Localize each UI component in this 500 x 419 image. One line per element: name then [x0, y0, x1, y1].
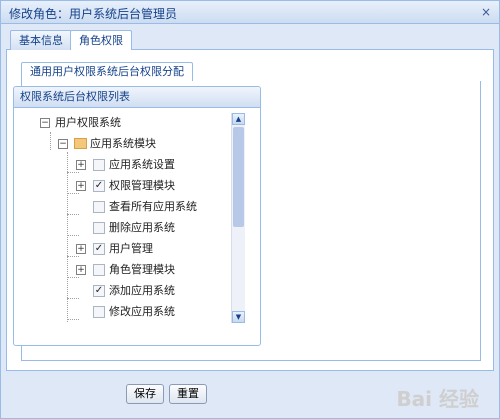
dialog-title: 修改角色：用户系统后台管理员	[9, 7, 178, 21]
tab-role-permissions[interactable]: 角色权限	[70, 30, 132, 51]
checkbox-unchecked[interactable]	[93, 159, 105, 171]
tree-item[interactable]: + ✓ 用户管理	[14, 240, 224, 258]
save-button[interactable]: 保存	[126, 384, 164, 404]
dialog-footer: 保存 重置 Bai 经验	[1, 376, 499, 418]
tab-strip: 基本信息 角色权限	[6, 27, 494, 51]
tree-item-label: 修改应用系统	[109, 305, 175, 318]
checkbox-checked[interactable]: ✓	[93, 243, 105, 255]
reset-button[interactable]: 重置	[169, 384, 207, 404]
scroll-down-icon[interactable]: ▼	[232, 311, 245, 323]
tree-item[interactable]: ✓ 添加应用系统	[14, 282, 224, 300]
dialog-titlebar[interactable]: 修改角色：用户系统后台管理员 ×	[1, 1, 499, 24]
tree-node-label: 应用系统模块	[90, 137, 156, 150]
tree-item[interactable]: 删除应用系统	[14, 219, 224, 237]
dialog-body: 基本信息 角色权限 通用用户权限系统后台权限分配 权限系统后台权限列表 − 用户…	[6, 27, 494, 372]
expand-icon[interactable]: +	[76, 265, 86, 275]
scrollbar-thumb[interactable]	[233, 127, 244, 227]
tree-panel-title: 权限系统后台权限列表	[14, 87, 260, 108]
scroll-up-icon[interactable]: ▲	[232, 113, 245, 125]
checkbox-unchecked[interactable]	[93, 201, 105, 213]
tree-item-label: 用户管理	[109, 242, 153, 255]
tree-item[interactable]: 修改应用系统	[14, 303, 224, 321]
tree-item-label: 查看所有应用系统	[109, 200, 197, 213]
tree-item-label: 删除应用系统	[109, 221, 175, 234]
tree-item[interactable]: + ✓ 权限管理模块	[14, 177, 224, 195]
close-icon[interactable]: ×	[479, 5, 493, 19]
tree-node-module[interactable]: − 应用系统模块	[14, 135, 214, 153]
checkbox-checked[interactable]: ✓	[93, 180, 105, 192]
tree-item[interactable]: 查看所有应用系统	[14, 198, 224, 216]
tree-item-label: 添加应用系统	[109, 284, 175, 297]
checkbox-checked[interactable]: ✓	[93, 285, 105, 297]
expand-icon[interactable]: +	[76, 160, 86, 170]
tree-item-label: 应用系统设置	[109, 158, 175, 171]
tree-item[interactable]: + 应用系统设置	[14, 156, 224, 174]
checkbox-unchecked[interactable]	[93, 222, 105, 234]
permission-tree-panel: 权限系统后台权限列表 − 用户权限系统 − 应用系统模块 + 应用系统设置 + …	[13, 86, 261, 346]
tab-basic-info[interactable]: 基本信息	[10, 30, 72, 50]
expand-icon[interactable]: +	[76, 244, 86, 254]
checkbox-unchecked[interactable]	[93, 306, 105, 318]
subtab-permission-assignment[interactable]: 通用用户权限系统后台权限分配	[21, 62, 193, 82]
tree-node-root[interactable]: − 用户权限系统	[14, 114, 214, 132]
checkbox-unchecked[interactable]	[93, 264, 105, 276]
tree-scrollbar[interactable]: ▲ ▼	[231, 113, 245, 323]
baidu-watermark-logo: Bai 经验	[396, 387, 479, 411]
permission-tree: − 用户权限系统 − 应用系统模块 + 应用系统设置 + ✓ 权限管理模块 查看…	[14, 108, 246, 330]
tree-item-label: 角色管理模块	[109, 263, 175, 276]
role-permissions-panel: 通用用户权限系统后台权限分配 权限系统后台权限列表 − 用户权限系统 − 应用系…	[6, 50, 494, 371]
subtab-strip: 通用用户权限系统后台权限分配	[21, 61, 481, 82]
folder-icon	[74, 138, 87, 149]
tree-item[interactable]: + 角色管理模块	[14, 261, 224, 279]
tree-node-label: 用户权限系统	[55, 116, 121, 129]
tree-item-label: 权限管理模块	[109, 179, 175, 192]
expand-icon[interactable]: +	[76, 181, 86, 191]
collapse-icon[interactable]: −	[58, 139, 68, 149]
collapse-icon[interactable]: −	[40, 118, 50, 128]
edit-role-dialog: 修改角色：用户系统后台管理员 × 基本信息 角色权限 通用用户权限系统后台权限分…	[0, 0, 500, 419]
